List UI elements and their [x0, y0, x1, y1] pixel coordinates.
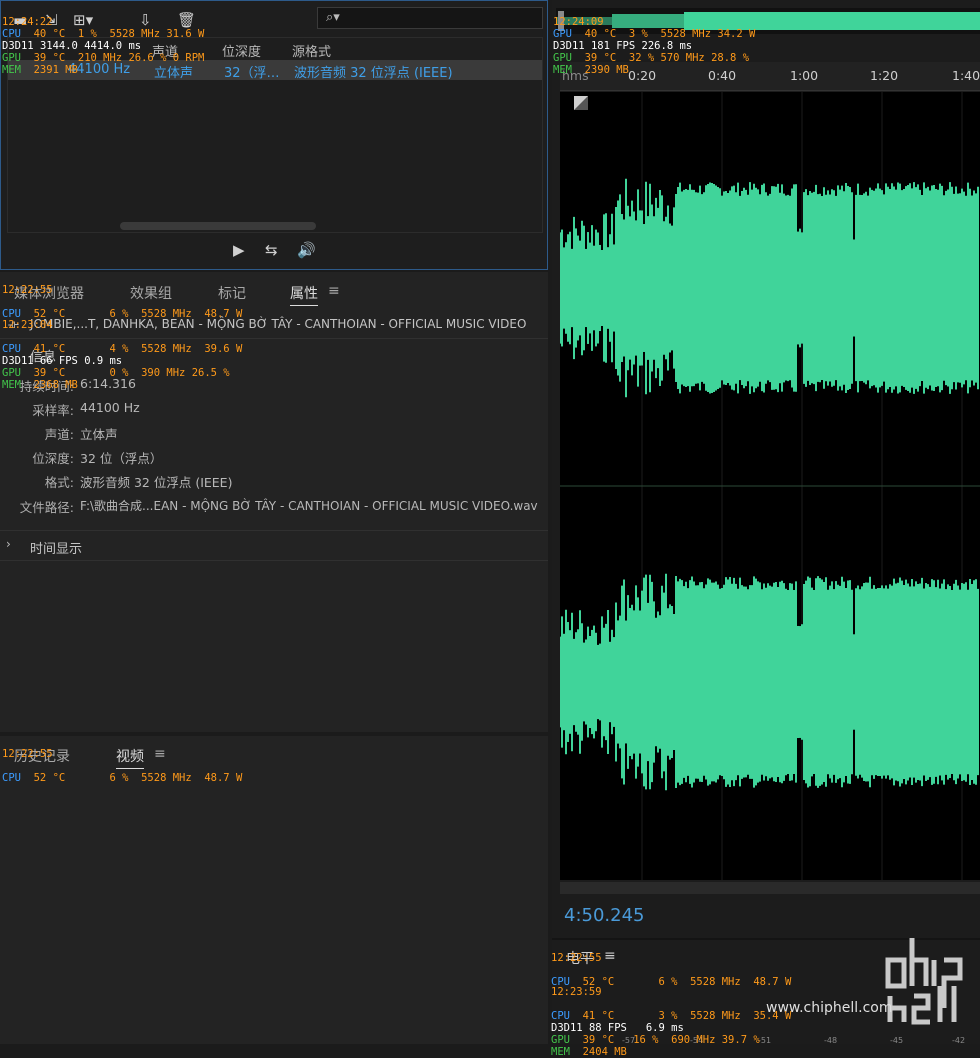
file-format: 波形音频 32 位浮点 (IEEE) [294, 66, 453, 81]
prop-label-samplerate: 采样率: [32, 403, 74, 418]
ruler-tick: 1:40 [952, 68, 980, 83]
ruler-tick: 1:00 [790, 68, 819, 83]
perf-overlay: 12:22:55 CPU 52 °C 6 % 5528 MHz 48.7 W [2, 748, 243, 784]
ruler-tick: 1:20 [870, 68, 899, 83]
prop-value-bitdepth: 32 位（浮点） [80, 451, 163, 466]
perf-overlay: 12:24:22 CPU 40 °C 1 % 5528 MHz 31.6 W D… [2, 16, 205, 76]
search-input[interactable]: ⌕▾ [317, 7, 543, 29]
prop-value-samplerate: 44100 Hz [80, 400, 140, 415]
waveform-channel-left [559, 178, 979, 398]
prop-label-filepath: 文件路径: [19, 500, 74, 515]
prop-label-bitdepth: 位深度: [32, 451, 74, 466]
prop-value-channels: 立体声 [80, 427, 118, 442]
timecode-display[interactable]: 4:50.245 [564, 905, 645, 926]
prop-label-format: 格式: [44, 475, 74, 490]
waveform-svg [559, 92, 980, 880]
divider [0, 560, 548, 561]
perf-overlay: 12:24:09 GPU 40 °C 3 % 5528 MHz 34.2 W D… [553, 16, 756, 76]
column-header-format[interactable]: 源格式 [292, 41, 331, 60]
section-time-display[interactable]: 时间显示 [30, 538, 82, 557]
column-header-depth[interactable]: 位深度 [222, 41, 261, 60]
prop-value-filepath: F:\歌曲合成...EAN - MỘNG BỜ TÂY - CANTHOIAN … [80, 499, 538, 513]
play-icon[interactable]: ▶ [233, 241, 245, 259]
divider [0, 530, 548, 531]
panel-menu-icon[interactable]: ≡ [328, 283, 340, 299]
file-depth: 32（浮… [224, 66, 280, 81]
autoplay-volume-icon[interactable]: 🔊 [297, 241, 316, 259]
tab-properties[interactable]: 属性 [290, 283, 318, 306]
waveform-channel-right [559, 573, 979, 791]
prop-label-channels: 声道: [44, 427, 74, 442]
chiphell-logo [880, 930, 970, 1026]
waveform-horizontal-scroll[interactable] [560, 882, 980, 894]
loop-icon[interactable]: ⇆ [265, 241, 278, 259]
horizontal-scrollbar[interactable] [120, 222, 316, 230]
waveform-canvas[interactable] [559, 92, 980, 880]
perf-overlay: 12:23:59 CPU 41 °C 3 % 5528 MHz 35.4 W D… [551, 986, 792, 1058]
waveform-editor: hms 0:20 0:40 1:00 1:20 1:40 4:50.245 电平… [552, 0, 980, 1045]
perf-overlay: 12:23:04 CPU 41 °C 4 % 5528 MHz 39.6 W D… [2, 319, 243, 391]
chevron-right-icon[interactable]: › [6, 537, 11, 551]
prop-value-format: 波形音频 32 位浮点 (IEEE) [80, 475, 233, 490]
